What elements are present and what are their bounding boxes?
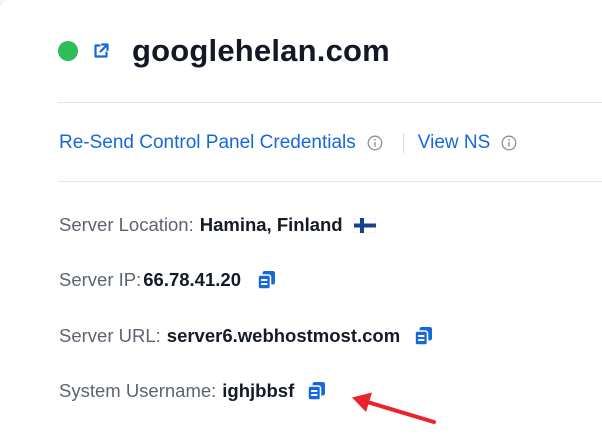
finland-flag-icon	[353, 217, 376, 233]
server-ip-row: Server IP: 66.78.41.20	[59, 266, 276, 294]
server-location-value: Hamina, Finland	[199, 214, 343, 235]
system-username-label: System Username:	[59, 380, 217, 401]
info-icon[interactable]	[501, 135, 517, 151]
server-ip-value: 66.78.41.20	[143, 269, 241, 290]
action-links: Re-Send Control Panel Credentials View N…	[59, 130, 517, 156]
server-location-row: Server Location: Hamina, Finland	[59, 211, 376, 239]
system-username-row: System Username: ighjbbsf	[59, 377, 326, 405]
divider	[58, 102, 602, 103]
divider	[58, 181, 602, 182]
server-url-value: server6.webhostmost.com	[166, 325, 401, 346]
domain-details-card: googlehelan.com Re-Send Control Panel Cr…	[0, 0, 602, 445]
status-indicator-icon	[58, 41, 78, 61]
copy-icon[interactable]	[414, 326, 433, 346]
server-url-label: Server URL:	[59, 325, 161, 346]
copy-icon[interactable]	[307, 381, 326, 401]
domain-title: googlehelan.com	[132, 33, 390, 68]
system-username-value: ighjbbsf	[222, 380, 295, 401]
server-ip-label: Server IP:	[59, 269, 142, 290]
domain-header: googlehelan.com	[58, 28, 390, 74]
info-icon[interactable]	[367, 135, 383, 151]
resend-credentials-link[interactable]: Re-Send Control Panel Credentials	[59, 132, 356, 154]
server-url-row: Server URL: server6.webhostmost.com	[59, 322, 433, 350]
separator	[402, 133, 404, 153]
external-link-icon[interactable]	[91, 41, 111, 61]
copy-icon[interactable]	[257, 270, 276, 290]
view-ns-link[interactable]: View NS	[418, 132, 491, 154]
annotation-arrow-icon	[352, 392, 436, 424]
server-location-label: Server Location:	[59, 214, 194, 235]
